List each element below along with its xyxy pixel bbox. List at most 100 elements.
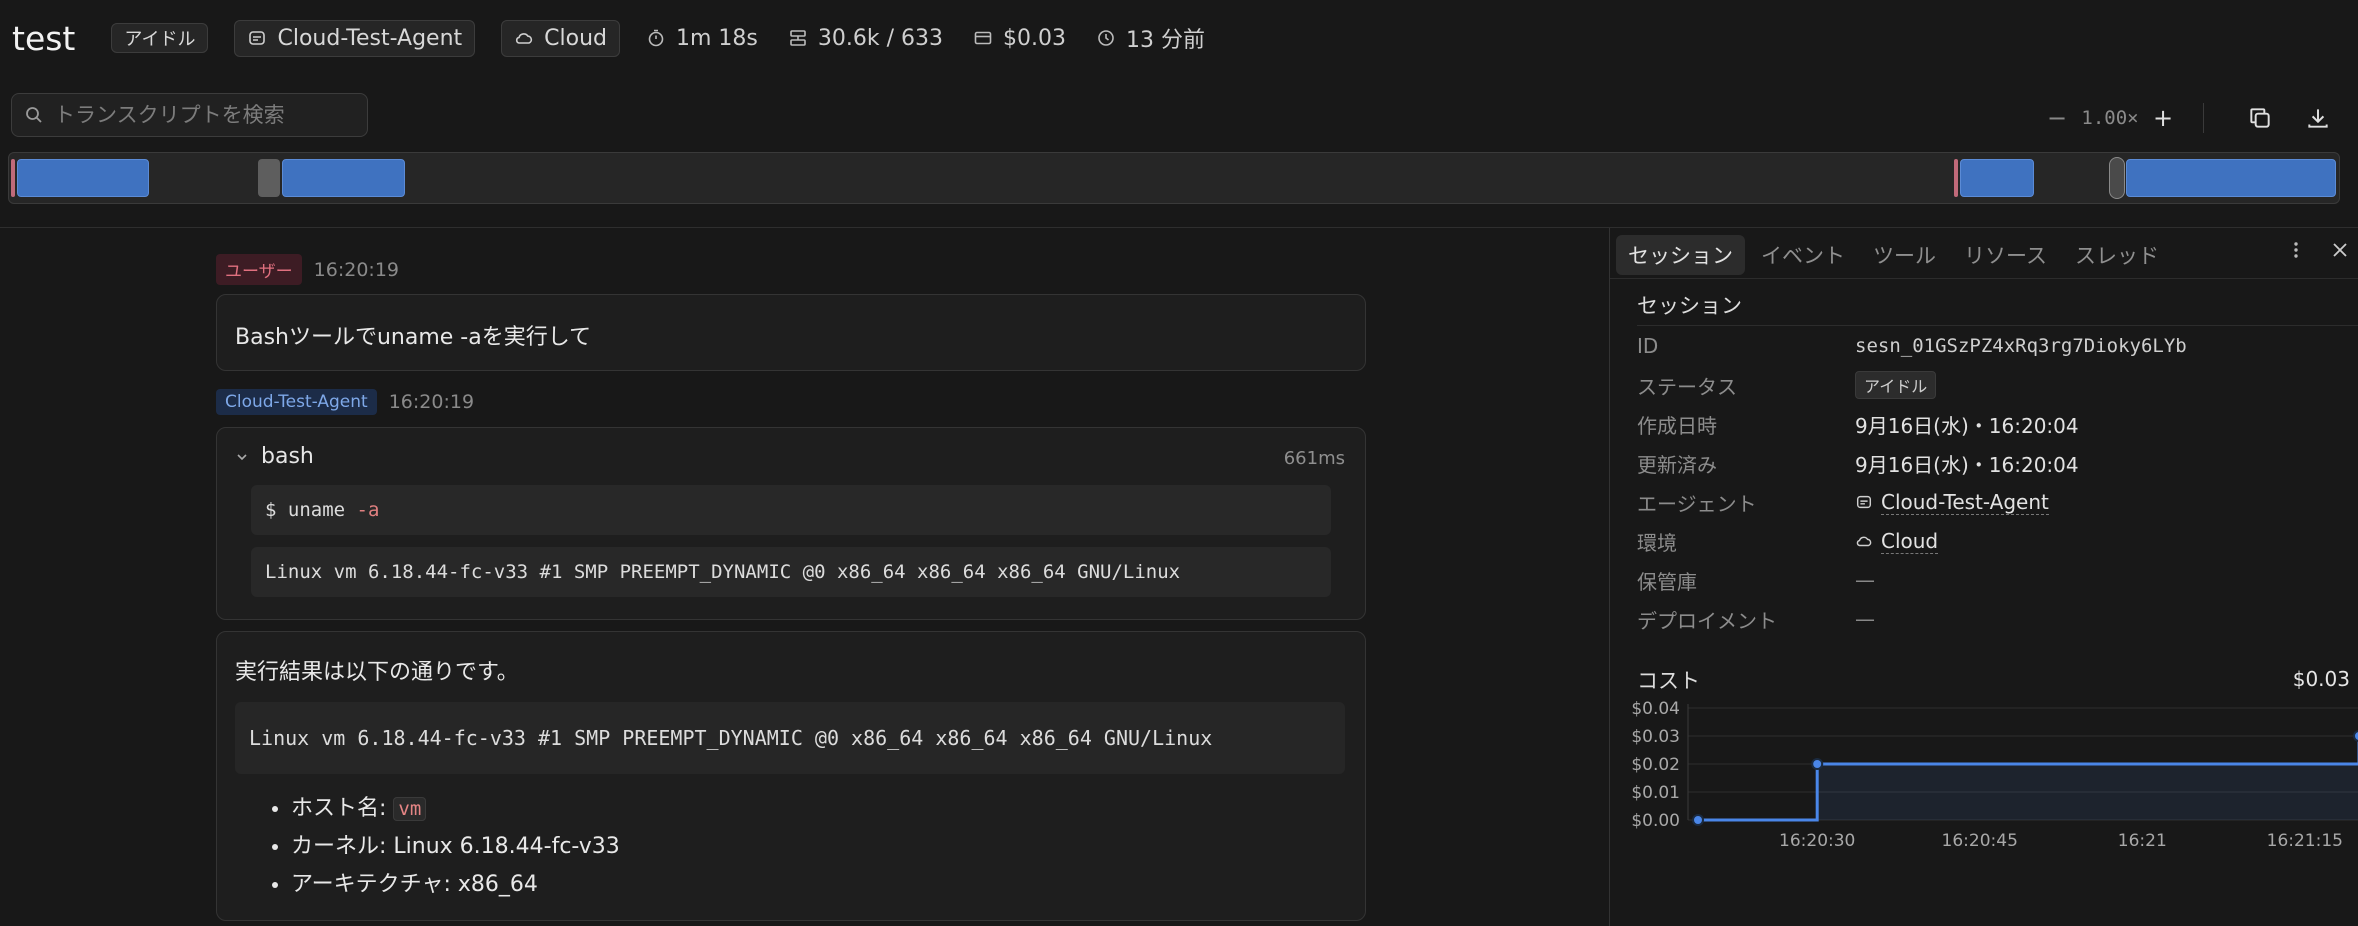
transcript-search[interactable] <box>11 93 368 137</box>
more-vertical-icon[interactable] <box>2286 240 2306 260</box>
duration-stat: 1m 18s <box>646 26 758 51</box>
section-divider <box>1637 325 2358 326</box>
detail-row-status: ステータス アイドル <box>1637 370 1937 400</box>
reply-code-block: Linux vm 6.18.44-fc-v33 #1 SMP PREEMPT_D… <box>235 702 1345 774</box>
tab-session[interactable]: セッション <box>1616 235 1745 275</box>
zoom-controls: − 1.00× + <box>2039 98 2338 138</box>
environment-chip[interactable]: Cloud <box>501 19 620 57</box>
tokens-icon <box>790 30 806 46</box>
cost-total: $0.03 <box>2292 667 2350 691</box>
detail-row-updated: 更新済み 9月16日(水)・16:20:04 <box>1637 448 2079 478</box>
agent-message-time: 16:20:19 <box>388 391 475 413</box>
detail-row-environment: 環境 Cloud <box>1637 526 1939 556</box>
timeline-track[interactable] <box>8 152 2340 204</box>
x-tick-label: 16:20:30 <box>1779 831 1855 851</box>
session-section-title: セッション <box>1637 294 1742 318</box>
tokens-stat: 30.6k / 633 <box>788 26 943 51</box>
tool-call-card: bash 661ms $ uname -a Linux vm 6.18.44-f… <box>216 427 1366 620</box>
timeline-block[interactable] <box>258 159 280 197</box>
zoom-level: 1.00× <box>2081 107 2139 129</box>
tab-threads[interactable]: スレッド <box>2063 235 2171 275</box>
download-icon <box>2308 109 2328 128</box>
panel-actions <box>2286 240 2350 260</box>
duration-text: 1m 18s <box>676 25 758 51</box>
updated-value: 9月16日(水)・16:20:04 <box>1855 452 2079 477</box>
detail-row-deployment: デプロイメント — <box>1637 604 1875 634</box>
agent-reply-card: 実行結果は以下の通りです。 Linux vm 6.18.44-fc-v33 #1… <box>216 631 1366 921</box>
session-details-panel: セッション イベント ツール リソース スレッド セッション ID sesn_0… <box>1609 228 2358 926</box>
agent-message-meta: Cloud-Test-Agent 16:20:19 <box>216 389 474 415</box>
tabs-divider <box>1610 278 2358 279</box>
timeline-block[interactable] <box>1960 159 2034 197</box>
y-tick-label: $0.01 <box>1631 783 1680 803</box>
user-message-time: 16:20:19 <box>313 258 400 281</box>
y-tick-label: $0.00 <box>1631 811 1680 831</box>
timeline-block[interactable] <box>2126 159 2336 197</box>
cost-stat: $0.03 <box>973 26 1066 51</box>
credit-card-icon <box>974 31 992 45</box>
tool-output-text: Linux vm 6.18.44-fc-v33 #1 SMP PREEMPT_D… <box>265 561 1181 583</box>
timeline-user-marker[interactable] <box>1954 159 1958 197</box>
tab-events[interactable]: イベント <box>1749 235 1857 275</box>
copy-button[interactable] <box>2240 98 2280 138</box>
cost-data-point <box>1692 814 1704 826</box>
search-input[interactable] <box>54 103 354 127</box>
command-flag: -a <box>356 499 380 521</box>
environment-chip-label: Cloud <box>544 25 607 51</box>
copy-icon <box>2250 108 2270 128</box>
cost-area <box>1698 764 2358 820</box>
download-button[interactable] <box>2298 98 2338 138</box>
cost-data-point <box>2353 730 2358 742</box>
tab-resources[interactable]: リソース <box>1952 235 2059 275</box>
tool-command: $ uname -a <box>251 485 1331 535</box>
toolbar-divider <box>2203 103 2204 133</box>
timeline-user-marker[interactable] <box>11 159 15 197</box>
agent-link[interactable]: Cloud-Test-Agent <box>1855 490 2049 515</box>
tool-name: bash <box>261 444 314 469</box>
environment-link[interactable]: Cloud <box>1855 528 1939 554</box>
agent-badge: Cloud-Test-Agent <box>216 389 377 415</box>
cloud-icon <box>1856 536 1872 547</box>
status-badge: アイドル <box>1855 371 1937 399</box>
session-header: test アイドル Cloud-Test-Agent Cloud 1m 18s … <box>0 0 2358 76</box>
y-tick-label: $0.02 <box>1631 755 1680 775</box>
user-message-card: Bashツールでuname -aを実行して <box>216 294 1366 371</box>
command-text: $ uname <box>265 499 357 521</box>
tool-call-header[interactable]: bash <box>235 444 314 469</box>
detail-row-vault: 保管庫 — <box>1637 565 1875 595</box>
chevron-down-icon[interactable] <box>235 450 249 464</box>
agent-chip[interactable]: Cloud-Test-Agent <box>234 19 476 57</box>
close-icon[interactable] <box>2330 240 2350 260</box>
zoom-out-button[interactable]: − <box>2039 100 2075 136</box>
tab-tools[interactable]: ツール <box>1861 235 1948 275</box>
tool-duration: 661ms <box>1283 448 1345 469</box>
cloud-icon <box>516 33 533 44</box>
x-tick-label: 16:21 <box>2118 831 2167 851</box>
environment-value: Cloud <box>1881 528 1939 554</box>
agent-label: エージェント <box>1637 491 1757 516</box>
hostname-label: ホスト名: <box>291 796 394 821</box>
agent-icon <box>249 31 266 45</box>
detail-row-id: ID sesn_01GSzPZ4xRq3rg7Dioky6LYb <box>1637 331 2187 361</box>
updated-label: 更新済み <box>1637 452 1717 477</box>
y-tick-label: $0.04 <box>1631 699 1680 719</box>
reply-list: ホスト名: vm カーネル: Linux 6.18.44-fc-v33 アーキテ… <box>291 790 620 904</box>
id-value[interactable]: sesn_01GSzPZ4xRq3rg7Dioky6LYb <box>1855 335 2187 357</box>
hostname-value: vm <box>393 797 427 821</box>
user-badge: ユーザー <box>216 254 302 285</box>
timeline-block[interactable] <box>17 159 149 197</box>
created-label: 作成日時 <box>1637 413 1717 438</box>
deployment-value: — <box>1855 607 1875 631</box>
status-label: ステータス <box>1637 374 1737 399</box>
status-text: アイドル <box>124 29 196 50</box>
timeline-block[interactable] <box>282 159 405 197</box>
deployment-label: デプロイメント <box>1637 608 1777 633</box>
list-item: アーキテクチャ: x86_64 <box>291 866 620 904</box>
zoom-in-button[interactable]: + <box>2145 100 2181 136</box>
user-message-meta: ユーザー 16:20:19 <box>216 254 399 285</box>
environment-label: 環境 <box>1637 530 1677 555</box>
timeline-drag-handle[interactable] <box>2109 157 2125 199</box>
tool-output: Linux vm 6.18.44-fc-v33 #1 SMP PREEMPT_D… <box>251 547 1331 597</box>
agent-chip-label: Cloud-Test-Agent <box>277 25 463 51</box>
vault-label: 保管庫 <box>1637 569 1697 594</box>
